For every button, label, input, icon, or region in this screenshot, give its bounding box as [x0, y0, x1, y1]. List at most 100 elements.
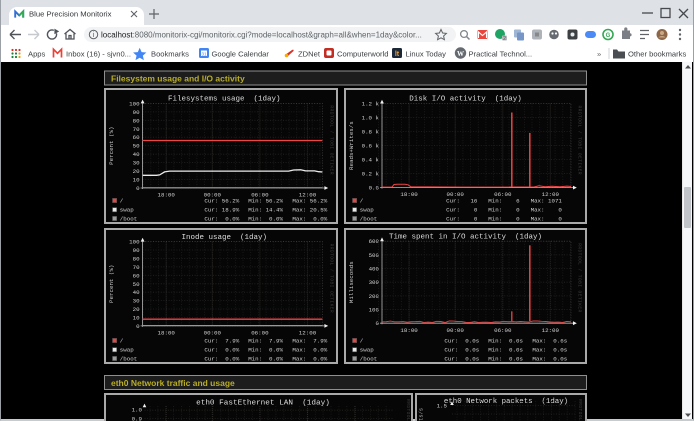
svg-text:Max: 0.0%: Max: 0.0% [292, 355, 327, 362]
svg-text:eth0 Network packets (1day): eth0 Network packets (1day) [444, 398, 568, 406]
svg-text:Max: 20.5%: Max: 20.5% [292, 207, 327, 214]
svg-text:40: 40 [133, 289, 140, 296]
svg-text:Cur: 0: Cur: 0 [446, 215, 478, 222]
svg-text:50: 50 [133, 281, 140, 288]
svg-text:06:00: 06:00 [494, 327, 512, 334]
svg-text:Max: 0.0%: Max: 0.0% [292, 347, 327, 354]
svg-text:18:00: 18:00 [157, 330, 175, 337]
svg-text:2: 2 [503, 36, 506, 42]
svg-text:Max: 0: Max: 0 [531, 215, 563, 222]
svg-text:/: / [120, 337, 124, 344]
svg-text:Cur: 7.9%: Cur: 7.9% [204, 337, 239, 344]
svg-text:swap: swap [360, 207, 374, 214]
svg-text:Computerworld: Computerworld [337, 50, 389, 59]
svg-text:70: 70 [133, 264, 140, 271]
svg-text:1.5: 1.5 [437, 403, 448, 410]
svg-text:500: 500 [369, 252, 380, 259]
svg-text:0.2 k: 0.2 k [362, 171, 380, 178]
svg-text:RRDTOOL / TOBI OETIKER: RRDTOOL / TOBI OETIKER [577, 106, 583, 175]
svg-text:00:00: 00:00 [446, 327, 464, 334]
svg-text:Min: 6: Min: 6 [488, 197, 520, 204]
svg-text:RRDTOOL / TOBI OETIKER: RRDTOOL / TOBI OETIKER [329, 105, 335, 174]
svg-text:Percent (%): Percent (%) [108, 127, 115, 165]
svg-text:Google Calendar: Google Calendar [212, 50, 270, 59]
svg-text:Other bookmarks: Other bookmarks [628, 50, 686, 59]
svg-text:80: 80 [133, 117, 140, 124]
svg-text:Cur: 0.0%: Cur: 0.0% [204, 355, 239, 362]
svg-text:100: 100 [369, 307, 380, 314]
svg-text:Inode usage (1day): Inode usage (1day) [182, 234, 268, 242]
svg-text:Inbox (16) - sjvn0...: Inbox (16) - sjvn0... [66, 50, 131, 59]
svg-text:Cur: 0.0s: Cur: 0.0s [444, 347, 479, 354]
svg-text:/boot: /boot [120, 215, 137, 222]
svg-text:/: / [360, 337, 364, 344]
svg-text:300: 300 [369, 279, 380, 286]
svg-text:30: 30 [133, 160, 140, 167]
svg-text:Max: 56.2%: Max: 56.2% [292, 197, 327, 204]
svg-text:Apps: Apps [28, 50, 46, 59]
svg-text:80: 80 [133, 256, 140, 263]
svg-text:eth0 FastEthernet LAN (1day): eth0 FastEthernet LAN (1day) [196, 399, 330, 407]
svg-text:Cur: 0: Cur: 0 [446, 207, 478, 214]
svg-text:0.4 k: 0.4 k [362, 157, 380, 164]
svg-text:RRDTOOL / TOBI OETIKER: RRDTOOL / TOBI OETIKER [405, 399, 411, 421]
svg-text:100: 100 [129, 100, 140, 107]
svg-text:Min: 0.0s: Min: 0.0s [488, 347, 523, 354]
svg-text:00:00: 00:00 [204, 330, 222, 337]
svg-text:Cur: 16: Cur: 16 [446, 197, 478, 204]
svg-text:Reads+Writes/s: Reads+Writes/s [348, 121, 355, 170]
svg-text:Linux Today: Linux Today [406, 50, 447, 59]
svg-text:swap: swap [360, 347, 374, 354]
svg-text:1.2 k: 1.2 k [362, 101, 380, 108]
svg-text:Min: 14.4%: Min: 14.4% [248, 207, 283, 214]
svg-text:Cur: 56.2%: Cur: 56.2% [204, 197, 239, 204]
svg-text:RRDTOOL / TOBI OETIKER: RRDTOOL / TOBI OETIKER [577, 399, 583, 421]
svg-text:Max: 7.9%: Max: 7.9% [292, 337, 327, 344]
svg-text:W: W [457, 50, 464, 58]
svg-text:Max: 0.0%: Max: 0.0% [292, 215, 327, 222]
svg-text:0.9: 0.9 [132, 415, 143, 421]
svg-text:Time spent in I/O activity (1: Time spent in I/O activity (1day) [389, 233, 542, 241]
svg-text:Filesystems usage (1day): Filesystems usage (1day) [168, 96, 281, 104]
svg-text:Min: 0.0s: Min: 0.0s [488, 337, 523, 344]
svg-text:10: 10 [133, 177, 140, 184]
svg-text:eth0 Network traffic and usage: eth0 Network traffic and usage [111, 378, 235, 388]
svg-text:»: » [597, 50, 601, 59]
svg-text:/: / [120, 197, 124, 204]
svg-text:18:00: 18:00 [400, 327, 418, 334]
svg-text:Min: 0.0%: Min: 0.0% [248, 355, 283, 362]
svg-text:400: 400 [369, 266, 380, 273]
svg-text:200: 200 [369, 293, 380, 300]
svg-text:Filesystem usage and I/O activ: Filesystem usage and I/O activity [111, 74, 245, 84]
svg-text:600: 600 [369, 238, 380, 245]
svg-text:31: 31 [201, 52, 207, 57]
svg-text:G: G [606, 33, 611, 39]
svg-text:lt: lt [395, 51, 400, 58]
svg-text:Min: 0.0%: Min: 0.0% [248, 215, 283, 222]
svg-text:Max: 1071: Max: 1071 [531, 197, 563, 204]
svg-text:1.0: 1.0 [132, 406, 143, 413]
svg-text:/boot: /boot [120, 355, 137, 362]
svg-text:Practical Technol...: Practical Technol... [469, 50, 533, 59]
svg-text:Min: 0.0s: Min: 0.0s [488, 355, 523, 362]
svg-text:Disk I/O activity (1day): Disk I/O activity (1day) [409, 96, 522, 104]
svg-text:0: 0 [136, 323, 140, 330]
svg-text:Milliseconds: Milliseconds [348, 261, 355, 303]
svg-text:Bookmarks: Bookmarks [151, 50, 189, 59]
svg-text:localhost:8080/monitorix-cgi/m: localhost:8080/monitorix-cgi/monitorix.c… [101, 30, 422, 39]
svg-text:60: 60 [133, 134, 140, 141]
svg-text:0.8 k: 0.8 k [362, 129, 380, 136]
svg-text:18:00: 18:00 [157, 192, 175, 199]
svg-text:0.6 k: 0.6 k [362, 143, 380, 150]
svg-text:Max: 0.6s: Max: 0.6s [532, 337, 567, 344]
svg-text:12:00: 12:00 [299, 330, 317, 337]
svg-text:swap: swap [120, 207, 134, 214]
svg-text:50: 50 [133, 143, 140, 150]
svg-text:RRDTOOL / TOBI OETIKER: RRDTOOL / TOBI OETIKER [329, 244, 335, 313]
svg-text:18:00: 18:00 [400, 191, 418, 198]
svg-text:Cur: 18.9%: Cur: 18.9% [204, 207, 239, 214]
svg-text:Max: 0: Max: 0 [531, 207, 563, 214]
svg-text:Min: 0.0%: Min: 0.0% [248, 347, 283, 354]
svg-text:12:00: 12:00 [542, 327, 560, 334]
svg-text:90: 90 [133, 109, 140, 116]
